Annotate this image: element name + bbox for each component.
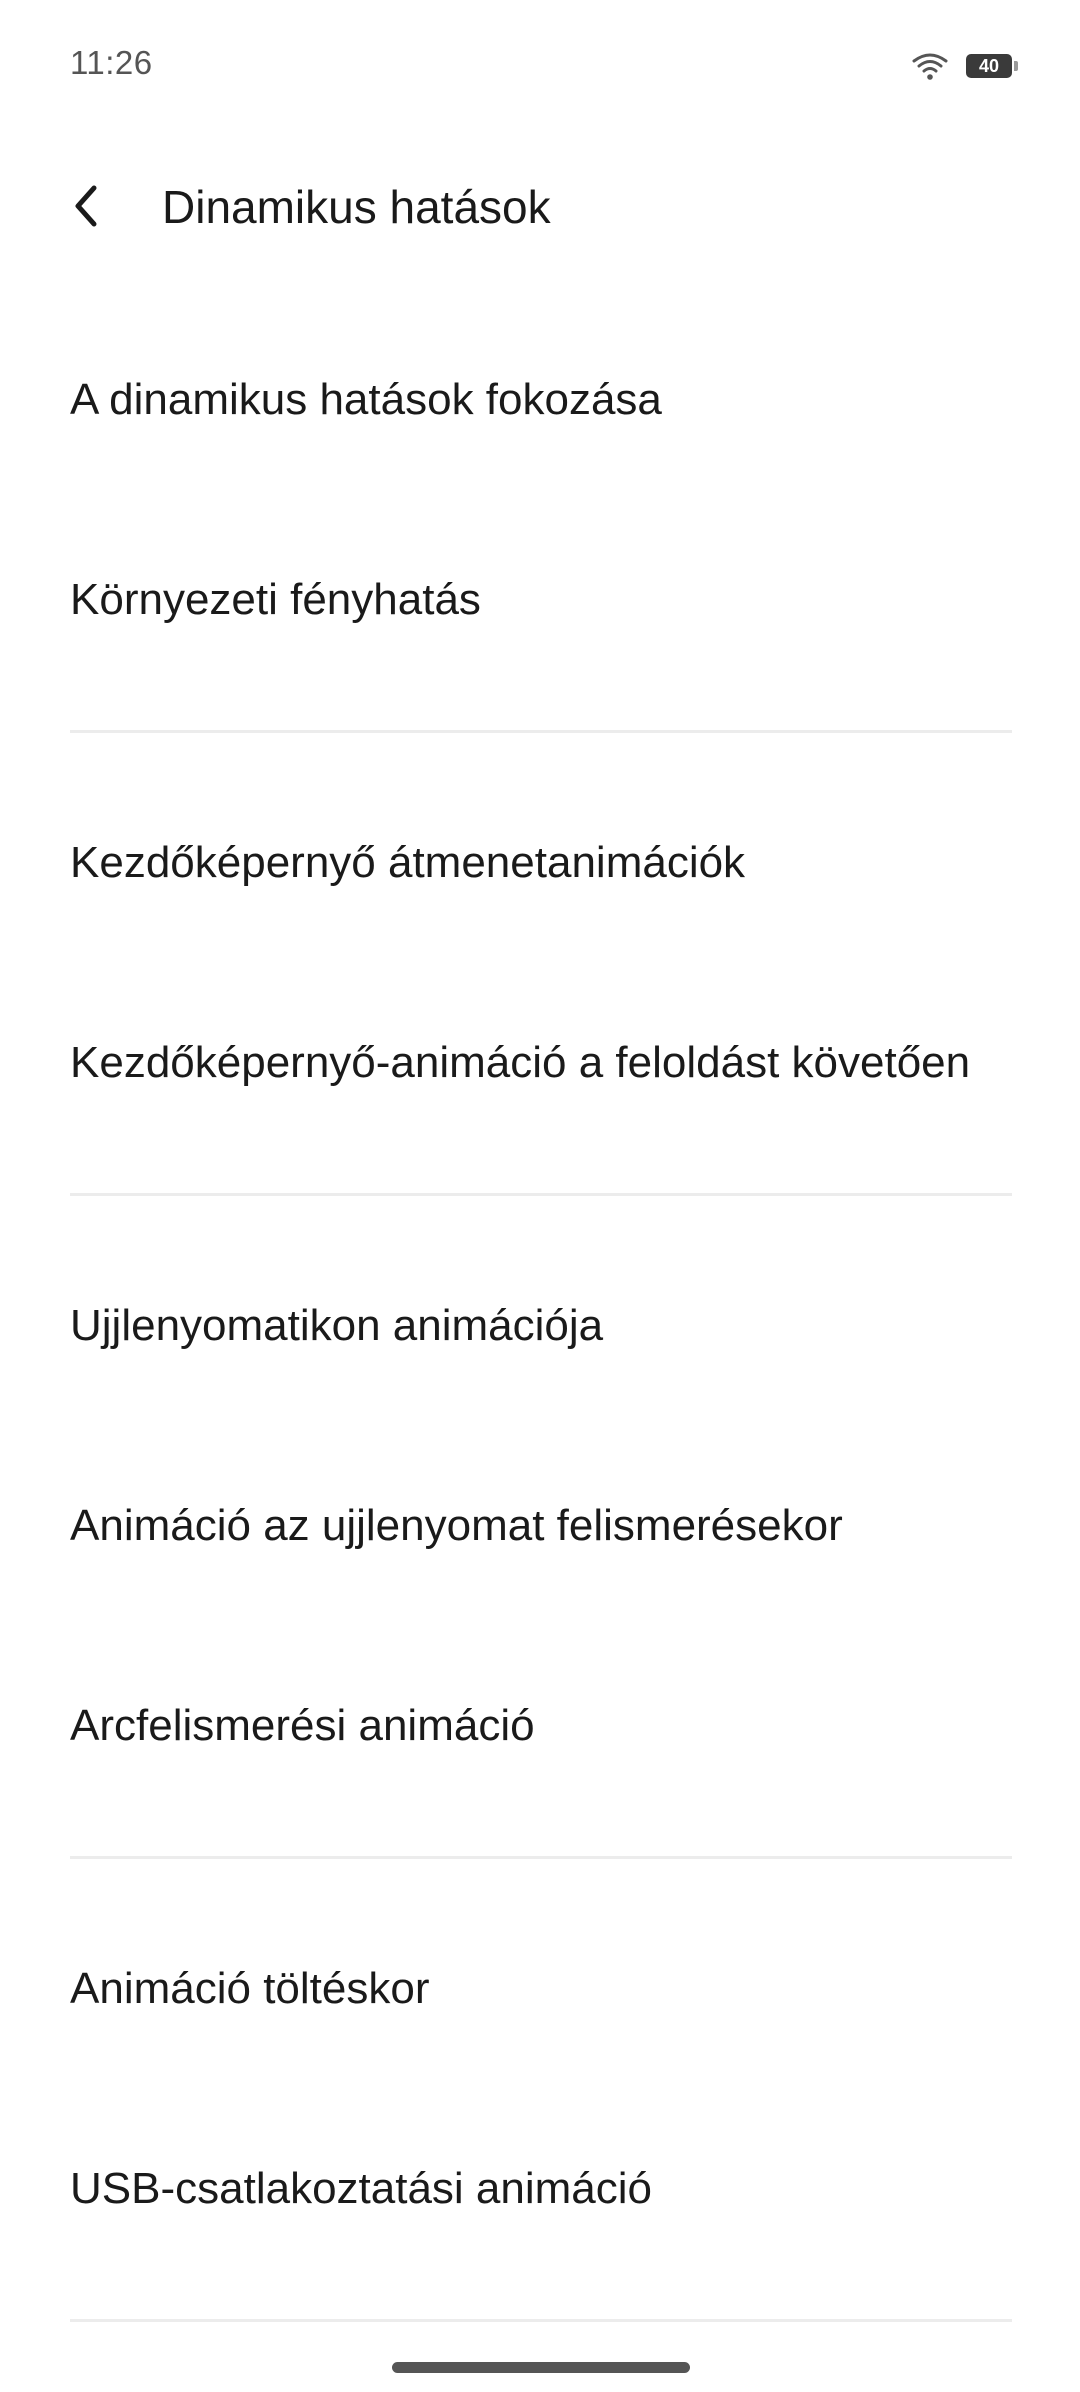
list-item-usb-connection-animation[interactable]: USB-csatlakoztatási animáció	[0, 2089, 1080, 2289]
group-biometrics: Ujjlenyomatikon animációja Animáció az u…	[0, 1226, 1080, 1826]
home-indicator[interactable]	[392, 2362, 690, 2373]
list-item-label: Animáció töltéskor	[70, 1964, 430, 2013]
list-item-label: Kezdőképernyő-animáció a feloldást követ…	[70, 1038, 971, 1087]
page-title: Dinamikus hatások	[162, 181, 551, 233]
list-item-label: Animáció az ujjlenyomat felismerésekor	[70, 1501, 843, 1550]
group-charging: Animáció töltéskor USB-csatlakoztatási a…	[0, 1889, 1080, 2289]
list-item-label: A dinamikus hatások fokozása	[70, 375, 662, 424]
header: Dinamikus hatások	[0, 150, 1080, 260]
list-item-fingerprint-icon-animation[interactable]: Ujjlenyomatikon animációja	[0, 1226, 1080, 1426]
back-button[interactable]	[56, 176, 116, 236]
list-item-face-recognition-animation[interactable]: Arcfelismerési animáció	[0, 1626, 1080, 1826]
list-item-home-transition-animations[interactable]: Kezdőképernyő átmenetanimációk	[0, 763, 1080, 963]
list-item-label: Környezeti fényhatás	[70, 575, 481, 624]
divider	[70, 1193, 1012, 1196]
wifi-icon	[912, 51, 948, 81]
status-time: 11:26	[70, 44, 153, 81]
battery-icon: 40	[966, 54, 1018, 78]
settings-list: A dinamikus hatások fokozása Környezeti …	[0, 300, 1080, 2352]
battery-level: 40	[978, 56, 1000, 76]
divider	[70, 2319, 1012, 2322]
status-icons: 40	[912, 46, 1018, 86]
list-item-fingerprint-recognition-animation[interactable]: Animáció az ujjlenyomat felismerésekor	[0, 1426, 1080, 1626]
status-bar: 11:26 40	[0, 0, 1080, 128]
group-home-screen: Kezdőképernyő átmenetanimációk Kezdőképe…	[0, 763, 1080, 1163]
list-item-label: Kezdőképernyő átmenetanimációk	[70, 838, 746, 887]
list-item-ambient-light-effect[interactable]: Környezeti fényhatás	[0, 500, 1080, 700]
divider	[70, 1856, 1012, 1859]
list-item-home-unlock-animation[interactable]: Kezdőképernyő-animáció a feloldást követ…	[0, 963, 1080, 1163]
group-dynamic-effects: A dinamikus hatások fokozása Környezeti …	[0, 300, 1080, 700]
list-item-enhance-dynamic-effects[interactable]: A dinamikus hatások fokozása	[0, 300, 1080, 500]
list-item-charging-animation[interactable]: Animáció töltéskor	[0, 1889, 1080, 2089]
list-item-label: Arcfelismerési animáció	[70, 1701, 535, 1750]
divider	[70, 730, 1012, 733]
list-item-label: USB-csatlakoztatási animáció	[70, 2164, 653, 2213]
chevron-left-icon	[75, 185, 97, 227]
list-item-label: Ujjlenyomatikon animációja	[70, 1301, 604, 1350]
